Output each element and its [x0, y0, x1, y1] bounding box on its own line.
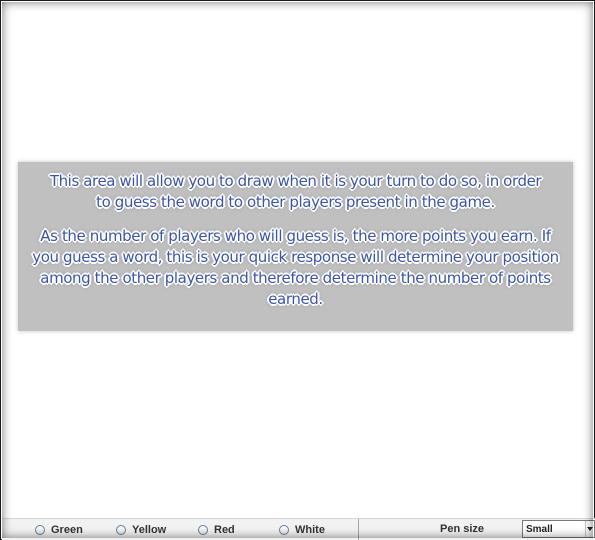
- app-window: This area will allow you to draw when it…: [0, 0, 595, 540]
- pen-size-select[interactable]: Small: [522, 520, 595, 538]
- pen-size-value: Small: [526, 523, 553, 535]
- color-option-label: Green: [51, 523, 83, 536]
- instructions-overlay: This area will allow you to draw when it…: [18, 162, 573, 331]
- radio-button-icon[interactable]: [116, 524, 126, 535]
- color-option-label: Red: [214, 523, 235, 536]
- radio-button-icon[interactable]: [198, 524, 208, 535]
- instructions-paragraph-2: As the number of players who will guess …: [32, 227, 559, 308]
- color-option-green[interactable]: Green: [35, 523, 83, 536]
- toolbar-divider: [358, 519, 359, 540]
- radio-button-icon[interactable]: [35, 524, 45, 535]
- color-option-yellow[interactable]: Yellow: [116, 523, 166, 536]
- pen-size-label: Pen size: [440, 523, 485, 535]
- color-option-red[interactable]: Red: [198, 523, 235, 536]
- instructions-paragraph-1: This area will allow you to draw when it…: [49, 172, 542, 211]
- radio-button-icon[interactable]: [279, 524, 289, 535]
- drawing-toolbar: Green Yellow Red White Pen size Small: [2, 518, 595, 540]
- color-option-white[interactable]: White: [279, 523, 325, 536]
- color-option-label: Yellow: [132, 523, 167, 536]
- chevron-down-icon[interactable]: [585, 521, 594, 537]
- color-option-label: White: [295, 523, 325, 536]
